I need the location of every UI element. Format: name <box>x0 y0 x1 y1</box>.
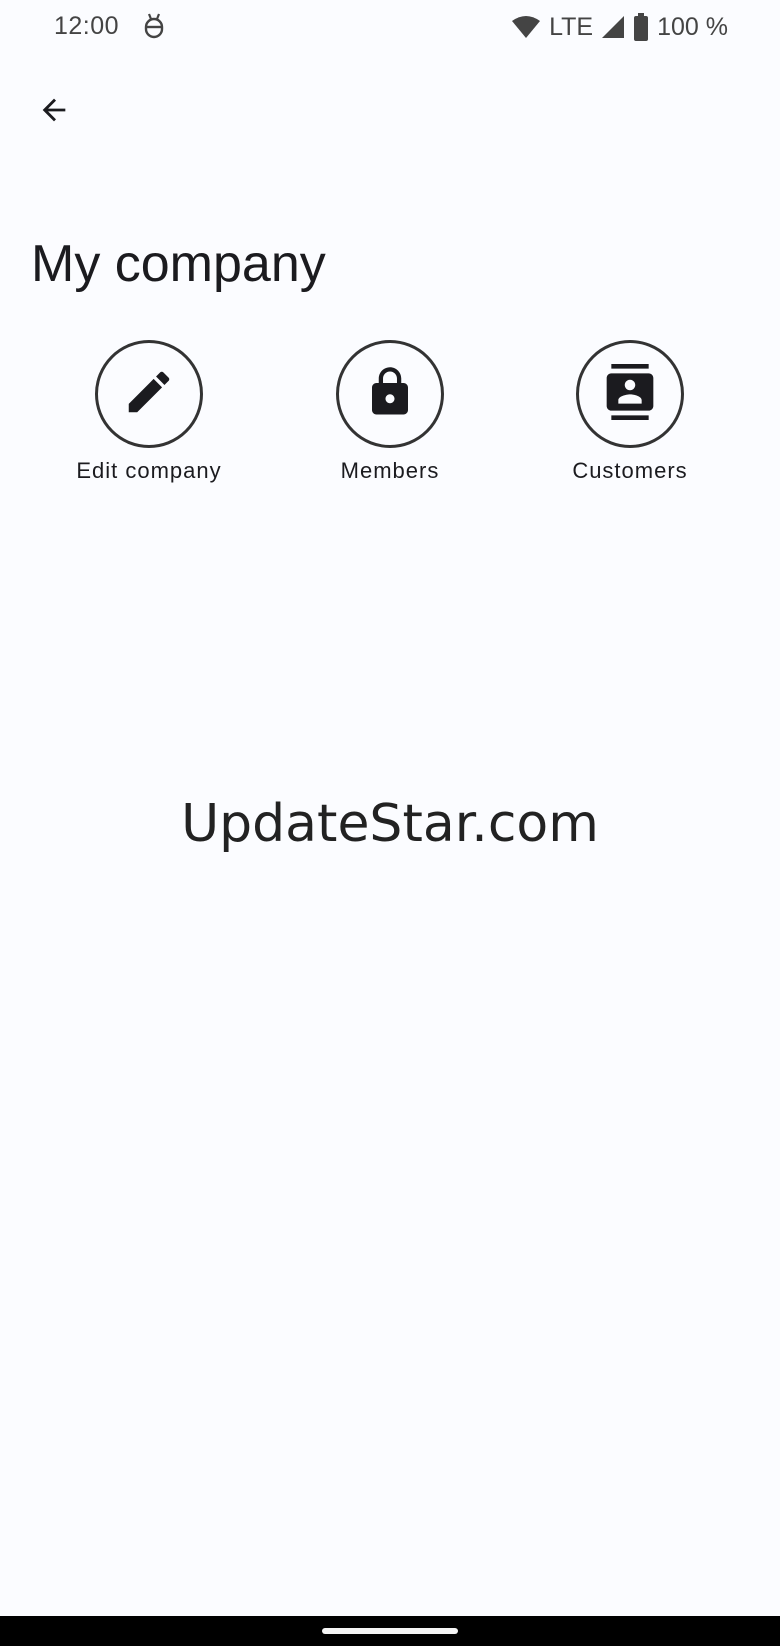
watermark-text: UpdateStar.com <box>181 794 599 854</box>
edit-company-button[interactable]: Edit company <box>49 340 249 484</box>
pencil-icon <box>122 365 176 424</box>
status-icons: LTE 100 % <box>511 10 728 44</box>
network-type-label: LTE <box>549 12 594 41</box>
cell-signal-icon <box>601 15 625 39</box>
members-label: Members <box>340 458 440 483</box>
edit-company-circle <box>95 340 203 448</box>
contacts-icon <box>602 363 658 425</box>
wifi-icon <box>511 15 541 39</box>
lock-icon <box>363 365 417 424</box>
debug-bug-icon <box>143 13 165 39</box>
status-bar: 12:00 LTE 100 % <box>0 0 780 54</box>
company-actions: Edit company Members Customers <box>0 340 780 490</box>
customers-button[interactable]: Customers <box>530 340 730 484</box>
battery-percent: 100 % <box>657 12 728 41</box>
arrow-left-icon <box>37 93 71 132</box>
home-gesture-handle[interactable] <box>322 1628 458 1634</box>
navigation-bar <box>0 1616 780 1646</box>
edit-company-label: Edit company <box>76 458 222 483</box>
battery-icon <box>633 13 649 41</box>
members-button[interactable]: Members <box>290 340 490 484</box>
members-circle <box>336 340 444 448</box>
status-time: 12:00 <box>54 12 120 40</box>
customers-circle <box>576 340 684 448</box>
page-title: My company <box>31 235 326 293</box>
customers-label: Customers <box>572 458 688 483</box>
back-button[interactable] <box>28 86 80 138</box>
